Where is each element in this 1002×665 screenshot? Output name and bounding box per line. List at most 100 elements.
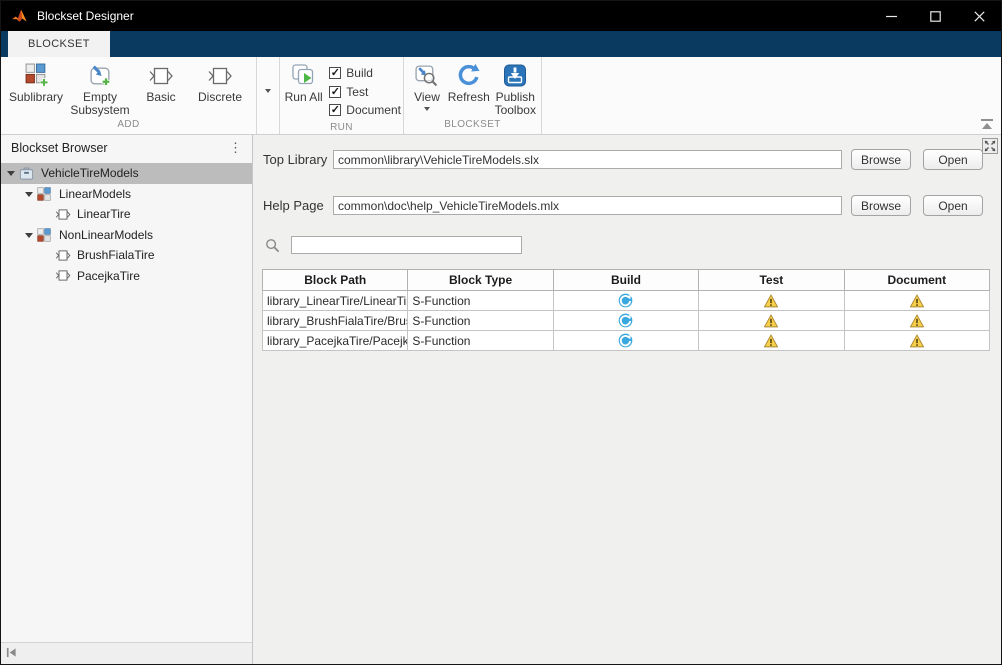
test-checkbox[interactable]: Test	[329, 85, 401, 99]
warning-icon	[763, 334, 779, 348]
publish-toolbox-label: Publish Toolbox	[492, 91, 539, 117]
tab-blockset[interactable]: BLOCKSET	[8, 31, 110, 57]
refresh-button[interactable]: Refresh	[446, 60, 492, 104]
window-controls	[869, 1, 1001, 31]
block-icon	[55, 247, 71, 263]
run-all-button[interactable]: Run All	[284, 60, 323, 104]
close-button[interactable]	[957, 1, 1001, 31]
maximize-button[interactable]	[913, 1, 957, 31]
panel-title: Blockset Browser	[11, 141, 108, 155]
minimize-button[interactable]	[869, 1, 913, 31]
refresh-label: Refresh	[448, 91, 490, 104]
run-all-label: Run All	[285, 91, 323, 104]
publish-toolbox-button[interactable]: Publish Toolbox	[492, 60, 539, 117]
ribbon-tabbar: BLOCKSET	[1, 31, 1001, 57]
add-basic-button[interactable]: Basic	[133, 60, 189, 104]
col-document[interactable]: Document	[844, 270, 989, 291]
titlebar: Blockset Designer	[1, 1, 1001, 31]
kebab-menu-icon[interactable]	[229, 140, 242, 156]
section-label-add: ADD	[1, 119, 256, 134]
help-page-input[interactable]	[333, 196, 842, 215]
tree-item-label: VehicleTireModels	[41, 166, 139, 180]
sublibrary-icon	[24, 62, 49, 89]
blockset-browser-header: Blockset Browser	[1, 135, 252, 161]
blockset-browser-panel: Blockset Browser VehicleTireModels	[1, 135, 253, 664]
cell-block-path: library_LinearTire/LinearTire	[263, 291, 408, 311]
tree-item-label: BrushFialaTire	[77, 248, 155, 262]
table-row[interactable]: library_BrushFialaTire/Brus... S-Functio…	[263, 311, 990, 331]
add-discrete-button[interactable]: Discrete	[189, 60, 251, 104]
empty-subsystem-icon	[88, 62, 113, 89]
add-empty-subsystem-label: Empty Subsystem	[67, 91, 133, 117]
search-input[interactable]	[291, 236, 522, 254]
expander-icon[interactable]	[25, 192, 33, 201]
block-icon	[55, 206, 71, 222]
detail-panel: Top Library Browse Open Help Page Browse…	[253, 135, 1001, 664]
block-icon	[55, 268, 71, 284]
toolbar-section-blockset: View Refresh	[404, 57, 542, 134]
col-build[interactable]: Build	[553, 270, 698, 291]
table-header-row: Block Path Block Type Build Test Documen…	[263, 270, 990, 291]
help-page-open-button[interactable]: Open	[923, 195, 983, 216]
cell-block-path: library_PacejkaTire/Pacejka...	[263, 331, 408, 351]
warning-icon	[909, 334, 925, 348]
cell-block-type: S-Function	[408, 291, 553, 311]
run-all-icon	[291, 62, 317, 89]
document-checkbox[interactable]: Document	[329, 103, 401, 117]
document-checkbox-label: Document	[346, 103, 401, 117]
top-library-browse-button[interactable]: Browse	[851, 149, 911, 170]
col-test[interactable]: Test	[699, 270, 844, 291]
top-library-open-button[interactable]: Open	[923, 149, 983, 170]
collapse-ribbon-button[interactable]	[981, 119, 993, 129]
app-window: Blockset Designer BLOCKSET	[0, 0, 1002, 665]
minimize-icon	[886, 11, 897, 22]
maximize-icon	[930, 11, 941, 22]
cell-block-type: S-Function	[408, 331, 553, 351]
tab-blockset-label: BLOCKSET	[28, 38, 90, 50]
section-label-blockset: BLOCKSET	[404, 119, 541, 134]
basic-block-icon	[148, 62, 174, 89]
toolbar-section-run: Run All Build Test Document	[280, 57, 404, 134]
add-sublibrary-button[interactable]: Sublibrary	[5, 60, 67, 104]
build-checkbox-label: Build	[346, 66, 373, 80]
build-checkbox[interactable]: Build	[329, 66, 401, 80]
publish-toolbox-icon	[503, 62, 527, 89]
help-page-browse-button[interactable]: Browse	[851, 195, 911, 216]
matlab-logo-icon	[11, 8, 28, 25]
view-button[interactable]: View	[408, 60, 446, 114]
checkbox-checked-icon	[329, 86, 341, 98]
collapse-panel-icon[interactable]	[6, 645, 17, 663]
close-icon	[974, 11, 985, 22]
table-row[interactable]: library_LinearTire/LinearTire S-Function	[263, 291, 990, 311]
view-label: View	[414, 91, 440, 104]
expander-icon[interactable]	[25, 233, 33, 242]
tree-item-label: PacejkaTire	[77, 269, 140, 283]
warning-icon	[909, 314, 925, 328]
test-checkbox-label: Test	[346, 85, 368, 99]
col-block-type[interactable]: Block Type	[408, 270, 553, 291]
tree-item-pacejkatire[interactable]: PacejkaTire	[1, 266, 252, 287]
checkbox-checked-icon	[329, 67, 341, 79]
tree-item-nonlinearmodels[interactable]: NonLinearModels	[1, 225, 252, 246]
tree-item-lineartire[interactable]: LinearTire	[1, 204, 252, 225]
build-status-icon	[618, 313, 633, 328]
tree-item-linearmodels[interactable]: LinearModels	[1, 184, 252, 205]
expander-icon[interactable]	[7, 171, 15, 180]
warning-icon	[909, 294, 925, 308]
cell-block-path: library_BrushFialaTire/Brus...	[263, 311, 408, 331]
tree-item-brushfialatire[interactable]: BrushFialaTire	[1, 245, 252, 266]
cell-block-type: S-Function	[408, 311, 553, 331]
toolbar-section-add: Sublibrary Empty Subsystem	[1, 57, 257, 134]
col-block-path[interactable]: Block Path	[263, 270, 408, 291]
add-sublibrary-label: Sublibrary	[9, 91, 63, 104]
top-library-input[interactable]	[333, 150, 842, 169]
add-basic-label: Basic	[146, 91, 175, 104]
tree-item-vehicletiremodels[interactable]: VehicleTireModels	[1, 163, 252, 184]
ribbon-toolbar: Sublibrary Empty Subsystem	[1, 57, 1001, 135]
window-title: Blockset Designer	[37, 9, 134, 23]
refresh-icon	[456, 62, 481, 89]
main-area: Blockset Browser VehicleTireModels	[1, 135, 1001, 664]
table-row[interactable]: library_PacejkaTire/Pacejka... S-Functio…	[263, 331, 990, 351]
add-empty-subsystem-button[interactable]: Empty Subsystem	[67, 60, 133, 117]
add-overflow-button[interactable]	[257, 57, 280, 134]
